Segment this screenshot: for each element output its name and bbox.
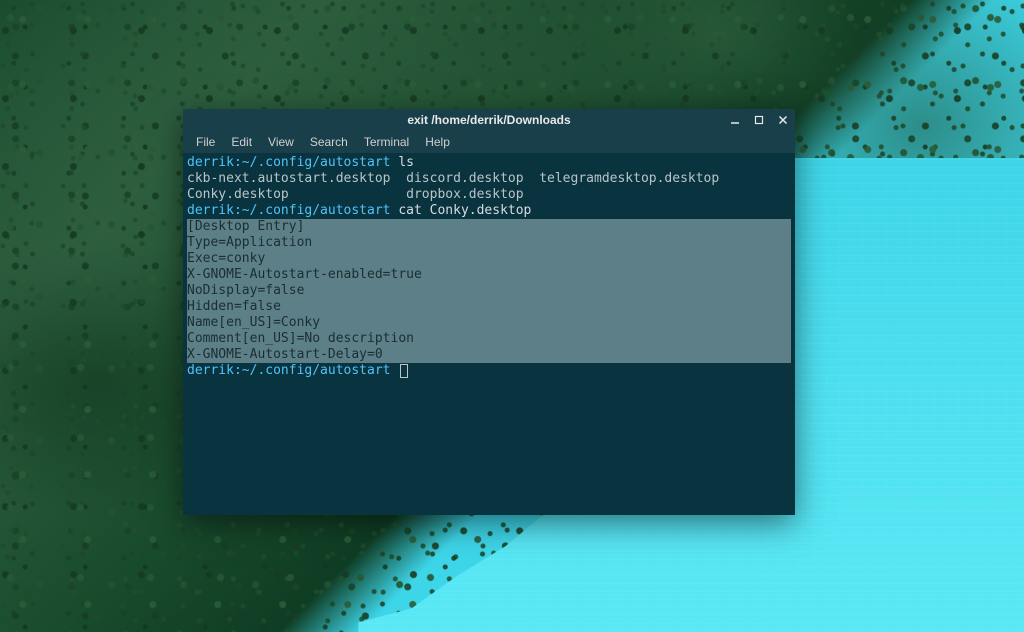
window-title: exit /home/derrik/Downloads (407, 113, 570, 127)
terminal-body[interactable]: derrik:~/.config/autostart lsckb-next.au… (183, 153, 795, 515)
command-text: cat Conky.desktop (391, 203, 532, 218)
prompt-text: derrik:~/.config/autostart (187, 203, 391, 218)
minimize-icon (730, 115, 740, 125)
maximize-icon (754, 115, 764, 125)
command-text: ls (391, 155, 414, 170)
window-titlebar[interactable]: exit /home/derrik/Downloads (183, 109, 795, 131)
output-text: ckb-next.autostart.desktop discord.deskt… (187, 171, 719, 186)
selected-output-line: NoDisplay=false (187, 283, 791, 299)
selected-output-line: Type=Application (187, 235, 791, 251)
selected-output-line: X-GNOME-Autostart-Delay=0 (187, 347, 791, 363)
menu-edit[interactable]: Edit (224, 133, 259, 151)
menubar: File Edit View Search Terminal Help (183, 131, 795, 153)
menu-search[interactable]: Search (303, 133, 355, 151)
menu-view[interactable]: View (261, 133, 301, 151)
window-controls (727, 109, 791, 131)
menu-terminal[interactable]: Terminal (357, 133, 416, 151)
menu-help[interactable]: Help (418, 133, 457, 151)
selected-output-line: X-GNOME-Autostart-enabled=true (187, 267, 791, 283)
selected-output-line: Name[en_US]=Conky (187, 315, 791, 331)
minimize-button[interactable] (727, 112, 743, 128)
menu-file[interactable]: File (189, 133, 222, 151)
selected-output-line: Hidden=false (187, 299, 791, 315)
terminal-line: ckb-next.autostart.desktop discord.deskt… (187, 171, 791, 187)
terminal-line: derrik:~/.config/autostart ls (187, 155, 791, 171)
terminal-line: Conky.desktop dropbox.desktop (187, 187, 791, 203)
terminal-line: derrik:~/.config/autostart (187, 363, 791, 379)
terminal-cursor (400, 364, 408, 378)
terminal-line: derrik:~/.config/autostart cat Conky.des… (187, 203, 791, 219)
selected-output-line: Exec=conky (187, 251, 791, 267)
output-text: Conky.desktop dropbox.desktop (187, 187, 524, 202)
prompt-text: derrik:~/.config/autostart (187, 363, 391, 378)
close-icon (778, 115, 788, 125)
close-button[interactable] (775, 112, 791, 128)
prompt-text: derrik:~/.config/autostart (187, 155, 391, 170)
maximize-button[interactable] (751, 112, 767, 128)
terminal-window[interactable]: exit /home/derrik/Downloads File Edit Vi… (183, 109, 795, 515)
desktop-wallpaper: exit /home/derrik/Downloads File Edit Vi… (0, 0, 1024, 632)
selected-output-line: [Desktop Entry] (187, 219, 791, 235)
selected-output-line: Comment[en_US]=No description (187, 331, 791, 347)
